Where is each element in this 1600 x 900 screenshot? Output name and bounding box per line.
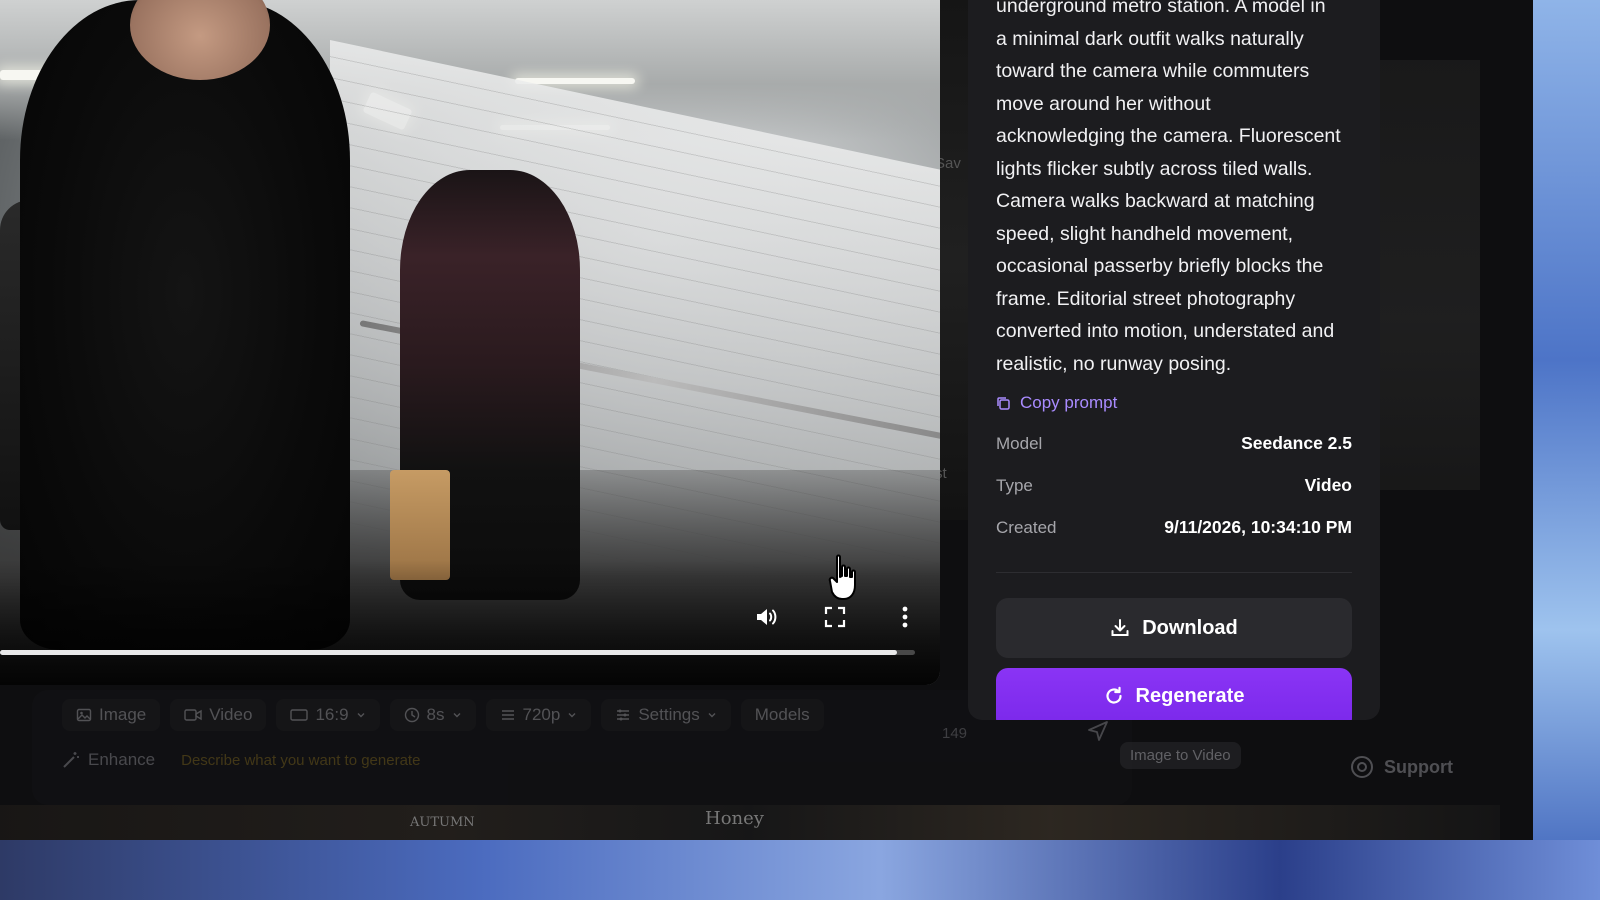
toolbar-chip-models[interactable]: Models (741, 699, 824, 731)
fullscreen-button[interactable] (818, 600, 852, 634)
image-to-video-chip[interactable]: Image to Video (1120, 742, 1241, 769)
download-icon (1111, 619, 1129, 636)
meta-row-created: Created 9/11/2026, 10:34:10 PM (996, 517, 1352, 538)
toolbar-chip-settings[interactable]: Settings (601, 699, 730, 731)
meta-value: Video (1304, 475, 1352, 495)
video-player[interactable] (0, 0, 940, 685)
lifebuoy-icon (1351, 756, 1373, 778)
chevron-down-icon (708, 713, 716, 718)
desktop-wallpaper (1530, 0, 1600, 900)
video-progress-bar[interactable] (0, 650, 915, 655)
video-controls (0, 600, 940, 640)
resolution-icon (500, 707, 516, 723)
wand-icon (63, 752, 79, 768)
chevron-down-icon (453, 713, 460, 718)
support-label: Support (1384, 756, 1453, 777)
prompt-composer: Image Video 16:9 8s 720p Settings Models Enhan… (32, 690, 1132, 805)
sliders-icon (615, 707, 631, 723)
video-icon (184, 708, 202, 722)
composer-input-row: Enhance Describe what you want to genera… (62, 750, 420, 770)
support-button[interactable]: Support (1350, 755, 1453, 779)
chevron-down-icon (357, 713, 365, 718)
video-frame-model-head (130, 0, 270, 80)
desktop-wallpaper-bottom (0, 840, 1600, 900)
volume-icon (757, 609, 777, 625)
regenerate-button[interactable]: Regenerate (996, 668, 1352, 720)
copy-prompt-button[interactable]: Copy prompt (996, 393, 1117, 413)
video-progress-fill (0, 650, 897, 655)
copy-icon (997, 396, 1010, 410)
hand-pointer-cursor-icon (828, 554, 856, 600)
regenerate-label: Regenerate (1135, 685, 1245, 707)
toolbar-chip-16-9[interactable]: 16:9 (276, 699, 379, 731)
chevron-down-icon (568, 713, 576, 718)
meta-value: 9/11/2026, 10:34:10 PM (1164, 517, 1352, 537)
panel-divider (996, 572, 1352, 573)
refresh-icon (1105, 686, 1122, 704)
prompt-input[interactable]: Describe what you want to generate (181, 752, 420, 769)
toolbar-chip-video[interactable]: Video (170, 699, 266, 731)
meta-label: Model (996, 433, 1043, 453)
enhance-button[interactable]: Enhance (62, 750, 155, 770)
meta-row-model: Model Seedance 2.5 (996, 433, 1352, 454)
toolbar-chip-label: Image (99, 705, 147, 724)
toolbar-chip-720p[interactable]: 720p (486, 699, 592, 731)
download-button[interactable]: Download (996, 598, 1352, 658)
toolbar-chip-8s[interactable]: 8s (390, 699, 476, 731)
clock-icon (404, 707, 420, 723)
prompt-text: underground metro station. A model in a … (996, 0, 1341, 375)
image-icon (76, 707, 92, 723)
meta-label: Created (996, 517, 1057, 537)
thumbnail-caption: AUTUMN (410, 815, 475, 830)
toolbar-chip-label: 16:9 (315, 705, 349, 724)
toolbar-chip-image[interactable]: Image (62, 699, 160, 731)
send-icon[interactable] (1087, 720, 1109, 742)
thumbnail-caption: Honey (705, 808, 764, 829)
more-vertical-icon (902, 606, 908, 628)
toolbar-chip-label: Models (754, 705, 810, 724)
fullscreen-icon (824, 606, 846, 628)
download-label: Download (1142, 616, 1238, 639)
toolbar-chip-label: 720p (522, 705, 561, 724)
video-frame-model (20, 0, 350, 650)
copy-prompt-label: Copy prompt (1020, 393, 1118, 412)
toolbar-chip-label: Video (209, 705, 253, 724)
composer-toolbar: Image Video 16:9 8s 720p Settings Models (62, 698, 824, 732)
enhance-label: Enhance (88, 750, 156, 769)
meta-label: Type (996, 475, 1033, 495)
toolbar-chip-label: 8s (426, 705, 445, 724)
app-window: Sav st Image Video 16:9 8s 720p Settings… (0, 0, 1533, 840)
meta-value: Seedance 2.5 (1241, 433, 1352, 453)
aspect-ratio-icon (290, 708, 309, 722)
char-count: 149 (942, 725, 968, 742)
meta-row-type: Type Video (996, 475, 1352, 496)
background-thumbnail (1380, 60, 1480, 490)
toolbar-chip-label: Settings (638, 705, 700, 724)
details-panel: underground metro station. A model in a … (968, 0, 1380, 720)
volume-button[interactable] (750, 600, 784, 634)
more-options-button[interactable] (888, 600, 922, 634)
